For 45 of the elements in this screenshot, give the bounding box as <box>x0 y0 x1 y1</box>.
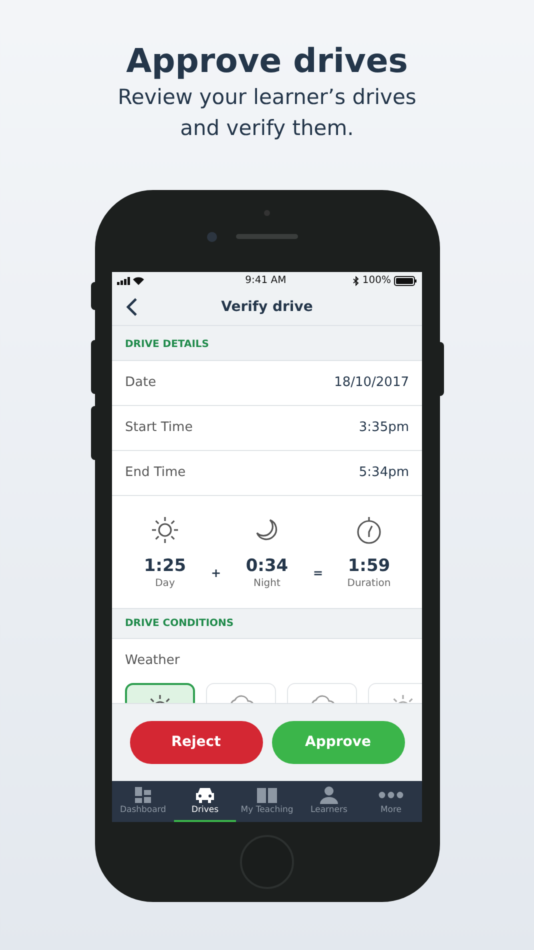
screen-title: Verify drive <box>221 298 313 317</box>
back-icon <box>126 298 138 316</box>
detail-label: End Time <box>125 464 186 482</box>
section-header: DRIVE CONDITIONS <box>112 608 422 639</box>
time-label: Day <box>155 577 175 591</box>
moon-icon <box>254 517 280 543</box>
dashboard-icon <box>134 786 152 804</box>
bluetooth-icon <box>353 276 360 286</box>
tab-item[interactable]: More <box>360 781 422 822</box>
camera <box>206 232 216 242</box>
operator-sign: = <box>312 565 324 582</box>
weather-label: Weather <box>125 652 180 670</box>
section-header: DRIVE DETAILS <box>112 326 422 361</box>
wifi-icon <box>133 276 144 285</box>
detail-label: Start Time <box>125 419 193 438</box>
car-icon <box>194 786 216 804</box>
detail-value: 18/10/2017 <box>334 374 409 392</box>
more-icon <box>378 791 404 799</box>
approve-button[interactable]: Approve <box>272 721 404 764</box>
reject-button[interactable]: Reject <box>130 721 262 764</box>
tab-item[interactable]: My Teaching <box>236 781 298 822</box>
tab-item[interactable]: Dashboard <box>112 781 174 822</box>
stopwatch-icon <box>354 515 383 545</box>
battery-icon <box>394 276 417 286</box>
tab-item[interactable]: Learners <box>298 781 360 822</box>
sun-icon <box>150 515 180 545</box>
tab-item[interactable]: Drives <box>174 781 236 822</box>
detail-label: Date <box>125 374 156 392</box>
book-icon <box>256 786 278 804</box>
time-label: Night <box>254 577 280 591</box>
time-label: Duration <box>347 577 391 591</box>
time-value: 1:59 <box>348 556 390 576</box>
subtitle: Review your learner’s drives and verify them. <box>116 84 418 142</box>
time-value: 1:25 <box>144 556 186 576</box>
speaker <box>236 234 298 239</box>
operator-sign: + <box>210 565 222 582</box>
battery-percent: 100% <box>362 274 391 288</box>
person-icon <box>319 786 339 804</box>
signal-icon <box>117 276 131 285</box>
detail-value: 3:35pm <box>358 419 409 438</box>
status-time: 9:41 AM <box>245 274 286 288</box>
headline: Approve drives <box>126 40 408 82</box>
time-value: 0:34 <box>246 556 288 576</box>
detail-value: 5:34pm <box>358 464 409 482</box>
weather-option[interactable] <box>125 683 195 703</box>
